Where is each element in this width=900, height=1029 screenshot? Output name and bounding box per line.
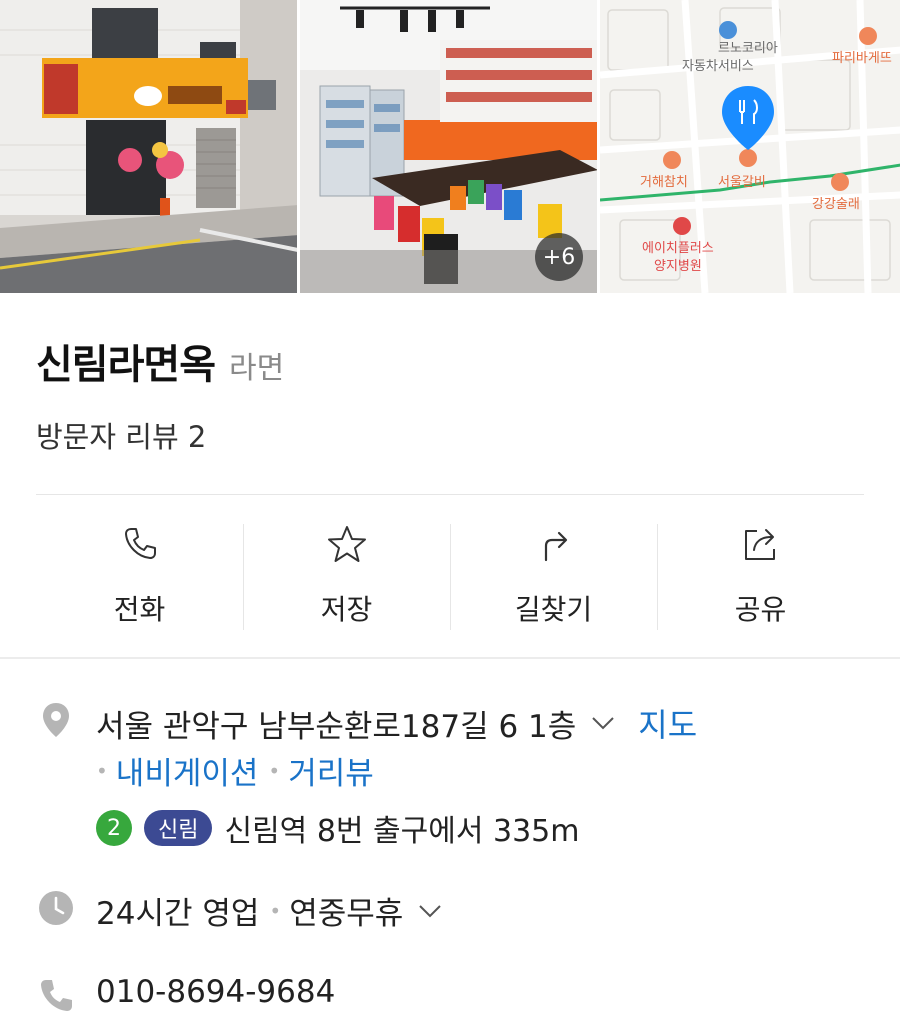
- subway-distance: 신림역 8번 출구에서 335m: [224, 814, 580, 849]
- address-row: 서울 관악구 남부순환로187길 6 1층 지도: [96, 700, 697, 746]
- bullet: •: [268, 758, 281, 783]
- map-label: 서울갈비: [718, 175, 766, 190]
- clock-icon: [39, 891, 73, 925]
- hours-row[interactable]: 24시간 영업 • 연중무휴: [96, 888, 443, 933]
- phone-icon: [124, 528, 156, 559]
- map-link[interactable]: 지도: [638, 700, 697, 746]
- address-links: • 내비게이션 • 거리뷰: [96, 748, 374, 793]
- place-category: 라면: [229, 351, 285, 386]
- street-view-link[interactable]: 거리뷰: [288, 748, 374, 793]
- map-label: 거해참치: [640, 175, 688, 190]
- address-text: 서울 관악구 남부순환로187길 6 1층: [96, 708, 577, 745]
- phone-icon: [41, 980, 72, 1011]
- section-divider: [0, 657, 900, 659]
- interior-photo[interactable]: +6: [300, 0, 597, 293]
- holiday-text: 연중무휴: [289, 896, 404, 932]
- map-label: 파리바게뜨: [832, 51, 892, 66]
- bullet: •: [269, 898, 282, 923]
- navigation-link[interactable]: 내비게이션: [116, 748, 259, 793]
- phone-number[interactable]: 010-8694-9684: [96, 974, 335, 1010]
- call-button[interactable]: 전화: [36, 522, 243, 630]
- directions-icon: [544, 531, 567, 562]
- place-header: 신림라면옥 라면: [36, 332, 284, 390]
- location-pin-icon: [43, 703, 69, 737]
- directions-button[interactable]: 길찾기: [450, 522, 657, 630]
- divider: [36, 494, 864, 495]
- star-icon: [327, 526, 366, 562]
- visitor-reviews-link[interactable]: 방문자 리뷰 2: [36, 414, 206, 456]
- more-photos-badge[interactable]: +6: [535, 233, 583, 281]
- chevron-down-icon[interactable]: [417, 898, 443, 924]
- map-label: 에이치플러스: [642, 241, 714, 256]
- map-label: 자동차서비스: [682, 59, 754, 74]
- share-button[interactable]: 공유: [657, 522, 864, 630]
- map-label: 강강술래: [812, 197, 860, 212]
- place-name: 신림라면옥: [36, 342, 216, 388]
- map-label: 양지병원: [654, 259, 702, 274]
- station-badge: 신림: [144, 810, 213, 846]
- bullet: •: [96, 758, 108, 783]
- subway-line-badge: 2: [96, 810, 132, 846]
- photo-gallery[interactable]: +6 르노코리아 자동차서비스 파리바게뜨 거해참치 서울갈비 강강술래 에이치…: [0, 0, 900, 293]
- action-bar: 전화 저장 길찾기 공유: [36, 522, 864, 630]
- share-icon: [744, 529, 775, 560]
- hours-text: 24시간 영업: [96, 896, 260, 932]
- share-label: 공유: [734, 593, 787, 626]
- directions-label: 길찾기: [514, 593, 593, 626]
- call-label: 전화: [113, 593, 166, 626]
- chevron-down-icon[interactable]: [590, 710, 616, 736]
- map-thumbnail[interactable]: 르노코리아 자동차서비스 파리바게뜨 거해참치 서울갈비 강강술래 에이치플러스…: [600, 0, 900, 293]
- storefront-photo[interactable]: [0, 0, 297, 293]
- save-button[interactable]: 저장: [243, 522, 450, 630]
- subway-info: 2 신림 신림역 8번 출구에서 335m: [96, 806, 579, 850]
- save-label: 저장: [320, 593, 373, 626]
- map-label: 르노코리아: [718, 41, 778, 56]
